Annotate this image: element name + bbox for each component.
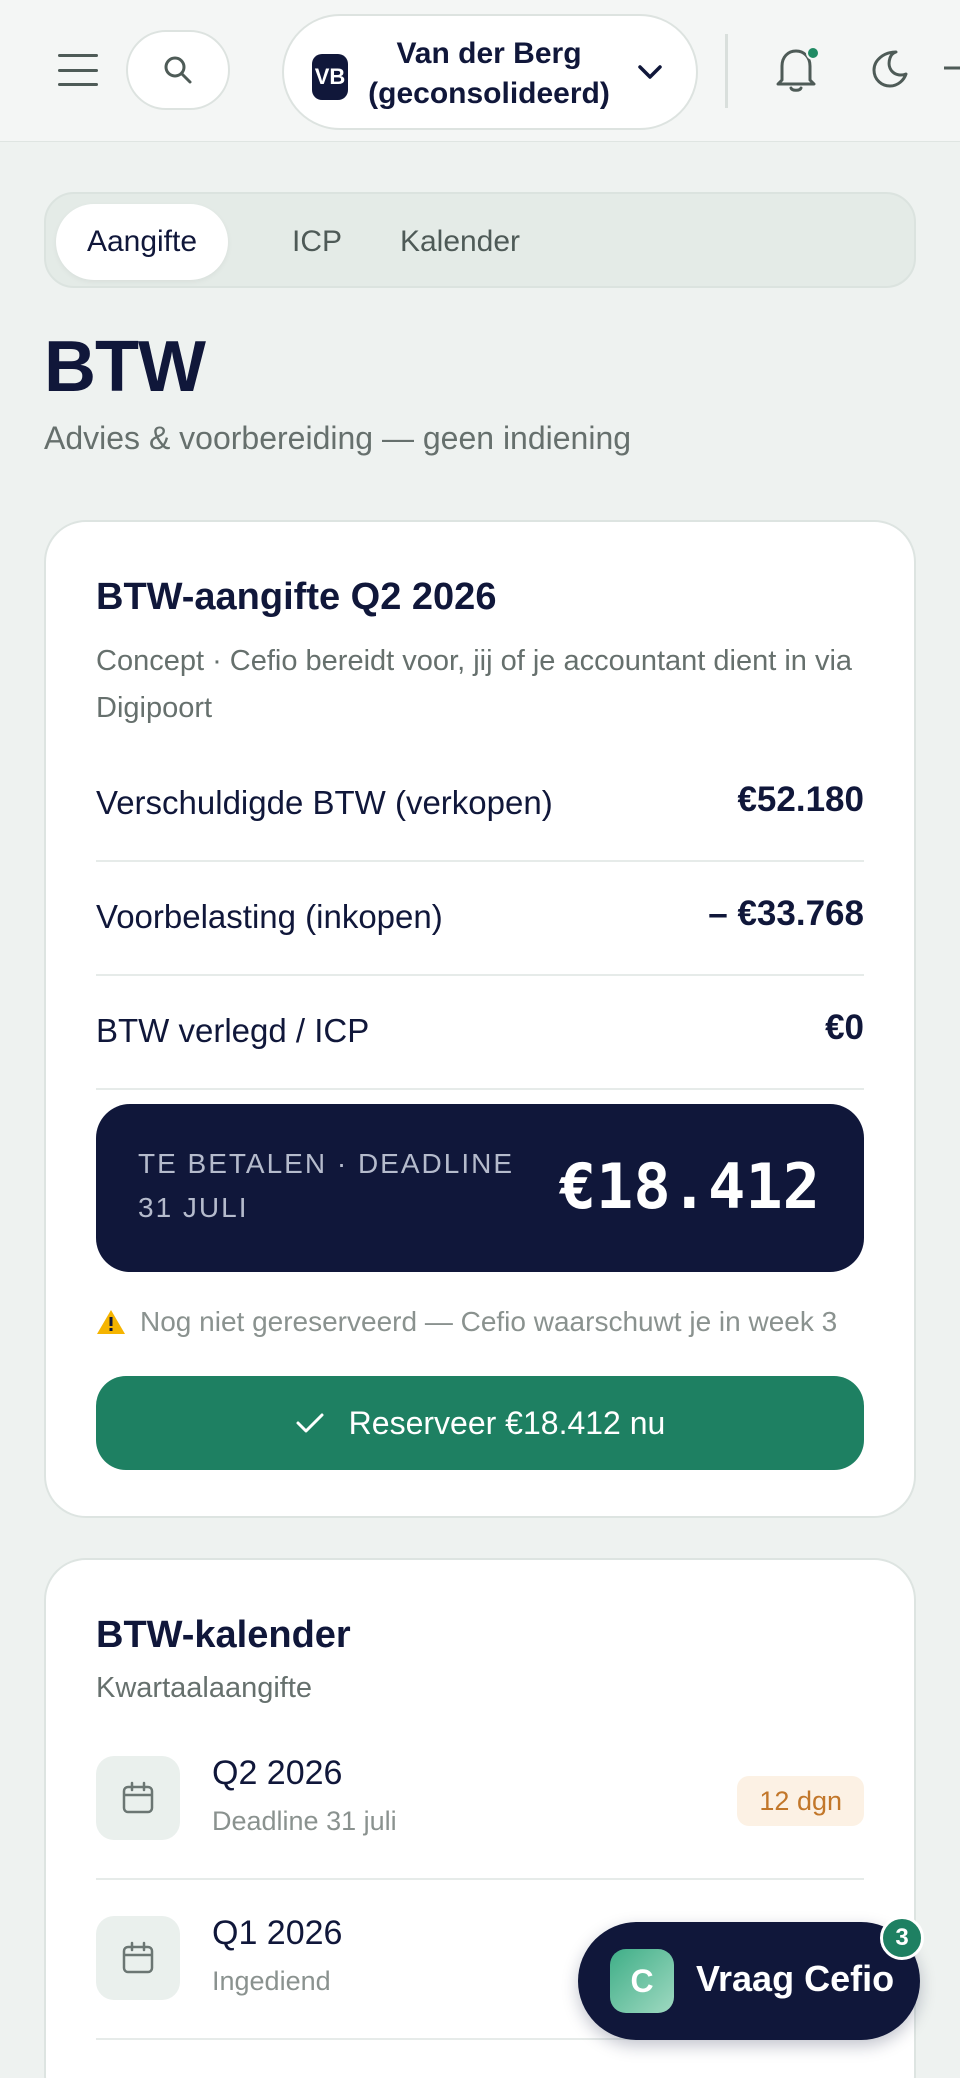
tab-kalender[interactable]: Kalender xyxy=(370,204,550,280)
search-button[interactable] xyxy=(126,30,230,110)
payable-summary: TE BETALEN · DEADLINE 31 JULI €18.412 xyxy=(96,1104,864,1272)
calendar-icon xyxy=(96,1916,180,2000)
tab-aangifte[interactable]: Aangifte xyxy=(56,204,228,280)
row-label: BTW verlegd / ICP xyxy=(96,1012,370,1049)
row-value: €0 xyxy=(825,1008,864,1047)
menu-icon[interactable] xyxy=(52,50,104,90)
reservation-warning: Nog niet gereserveerd — Cefio waarschuwt… xyxy=(96,1306,837,1338)
period-detail: Deadline 31 juli xyxy=(212,1806,397,1836)
tab-icp[interactable]: ICP xyxy=(262,204,372,280)
row-label: Verschuldigde BTW (verkopen) xyxy=(96,784,553,821)
header-divider xyxy=(725,34,728,108)
top-bar: VB Van der Berg (geconsolideerd) xyxy=(0,0,960,142)
org-avatar: VB xyxy=(312,54,348,100)
vat-calendar-subtitle: Kwartaalaangifte xyxy=(96,1672,313,1704)
vat-calendar-title: BTW-kalender xyxy=(96,1614,351,1656)
page-title: BTW xyxy=(44,327,206,407)
ask-cefio-button[interactable]: C Vraag Cefio xyxy=(578,1922,920,2040)
vat-row-sales: Verschuldigde BTW (verkopen) €52.180 xyxy=(96,748,864,862)
reserve-button[interactable]: Reserveer €18.412 nu xyxy=(96,1376,864,1470)
notification-dot xyxy=(806,46,820,60)
period-title: Q1 2026 xyxy=(212,1914,343,1952)
row-value: – €33.768 xyxy=(708,894,864,933)
cefio-logo-icon: C xyxy=(610,1949,674,2013)
vat-return-title: BTW-aangifte Q2 2026 xyxy=(96,576,497,618)
list-item[interactable]: Q2 2026 Deadline 31 juli 12 dgn xyxy=(96,1720,864,1880)
warning-icon xyxy=(97,1310,125,1334)
vat-return-card: BTW-aangifte Q2 2026 Concept · Cefio ber… xyxy=(44,520,916,1518)
page-subtitle: Advies & voorbereiding — geen indiening xyxy=(44,420,632,456)
days-left-badge: 12 dgn xyxy=(737,1776,864,1826)
add-icon[interactable] xyxy=(944,46,960,90)
calendar-icon xyxy=(96,1756,180,1840)
chevron-down-icon xyxy=(638,65,662,79)
assistant-count-badge: 3 xyxy=(880,1916,924,1960)
organization-switcher[interactable]: VB Van der Berg (geconsolideerd) xyxy=(282,14,698,130)
dark-mode-moon-icon[interactable] xyxy=(866,46,910,90)
org-name: Van der Berg (geconsolideerd) xyxy=(368,37,610,110)
vat-return-description: Concept · Cefio bereidt voor, jij of je … xyxy=(96,645,853,724)
checkmark-icon xyxy=(296,1413,324,1433)
ask-cefio-label: Vraag Cefio xyxy=(696,1958,895,1999)
vat-row-reverse-charge: BTW verlegd / ICP €0 xyxy=(96,976,864,1090)
payable-amount: €18.412 xyxy=(558,1150,820,1223)
vat-row-purchases: Voorbelasting (inkopen) – €33.768 xyxy=(96,862,864,976)
search-icon xyxy=(164,56,192,84)
payable-label: TE BETALEN · DEADLINE 31 JULI xyxy=(138,1148,515,1223)
row-label: Voorbelasting (inkopen) xyxy=(96,898,443,935)
period-detail: Ingediend xyxy=(212,1966,331,1996)
period-title: Q2 2026 xyxy=(212,1754,343,1792)
row-value: €52.180 xyxy=(737,780,864,819)
section-tabs: Aangifte ICP Kalender xyxy=(44,192,916,288)
